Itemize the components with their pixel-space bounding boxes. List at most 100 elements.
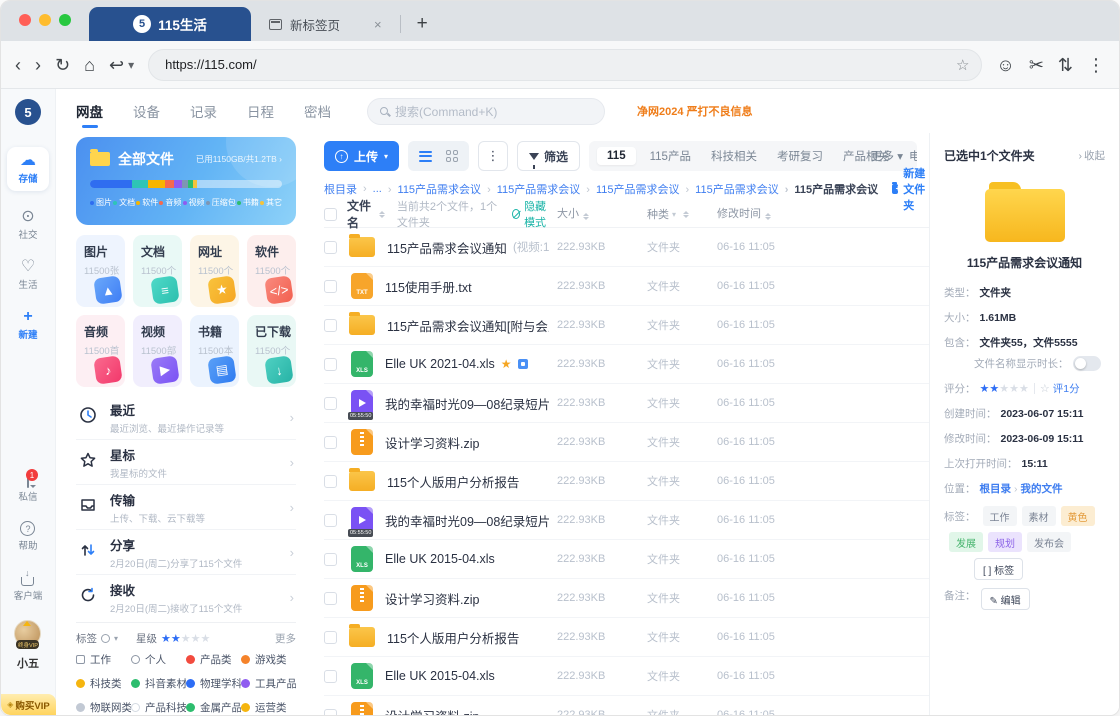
- row-checkbox[interactable]: [324, 358, 337, 371]
- upload-button[interactable]: ↑ 上传 ▾: [324, 141, 399, 171]
- table-row[interactable]: Elle UK 2021-04.xls ★ 222.93KB 文件夹 06-16…: [324, 345, 929, 384]
- table-row[interactable]: Elle UK 2015-04.xls 222.93KB 文件夹 06-16 1…: [324, 657, 929, 696]
- row-checkbox[interactable]: [324, 319, 337, 332]
- file-name[interactable]: 115使用手册.txt: [385, 277, 549, 296]
- sidebar-item-starred[interactable]: 星标我星标的文件 ›: [76, 440, 296, 485]
- rate-link[interactable]: 评1分: [1053, 381, 1080, 396]
- tag-item[interactable]: 运营类: [241, 700, 296, 715]
- rail-item-social[interactable]: ⊙ 社交: [18, 209, 37, 241]
- category-card[interactable]: 文档 11500个 ≡: [133, 235, 182, 307]
- tag-item[interactable]: 个人: [131, 652, 186, 667]
- tag-item[interactable]: 产品类: [186, 652, 241, 667]
- breadcrumb-item[interactable]: 115产品需求会议: [382, 181, 481, 197]
- more-actions-button[interactable]: ⋮: [478, 141, 508, 171]
- browser-tab-inactive[interactable]: 新标签页 ×: [251, 7, 392, 41]
- file-name[interactable]: 我的幸福时光09—08纪录短片.mp4: [385, 511, 549, 530]
- collapse-panel-button[interactable]: ›收起: [1079, 148, 1106, 163]
- add-tag-button[interactable]: [ ] 标签: [974, 558, 1023, 580]
- breadcrumb-item[interactable]: ...: [357, 183, 382, 195]
- file-name[interactable]: 设计学习资料.zip: [385, 706, 549, 716]
- avatar[interactable]: 终身VIP: [14, 620, 41, 647]
- star-rating[interactable]: ★★★★★: [980, 382, 1029, 395]
- all-files-card[interactable]: 全部文件 已用1150GB/共1.2TB › 图片文档软件音频视频压缩包书籍其它: [76, 137, 296, 225]
- location-root-link[interactable]: 根目录: [980, 481, 1012, 496]
- tab-vault[interactable]: 密档: [304, 95, 331, 127]
- search-input[interactable]: 搜索(Command+K): [367, 98, 605, 125]
- table-row[interactable]: 115产品需求会议通知 (视频:1小时35分钟40秒) 222.93KB 文件夹…: [324, 228, 929, 267]
- category-card[interactable]: 网址 11500个 ★: [190, 235, 239, 307]
- rail-item-create[interactable]: + 新建: [18, 309, 37, 341]
- rail-item-client[interactable]: 客户端: [14, 570, 43, 602]
- kebab-menu-icon[interactable]: ⋮: [1087, 56, 1105, 74]
- tag-item[interactable]: 工作: [76, 652, 131, 667]
- tag-chip[interactable]: 工作: [983, 506, 1017, 526]
- back-icon[interactable]: ‹: [15, 56, 21, 74]
- table-row[interactable]: 115个人版用户分析报告 222.93KB 文件夹 06-16 11:05: [324, 618, 929, 657]
- file-name[interactable]: 设计学习资料.zip: [385, 589, 549, 608]
- breadcrumb-item[interactable]: 115产品需求会议: [481, 181, 580, 197]
- sidebar-item-share[interactable]: 分享2月20日(周二)分享了115个文件 ›: [76, 530, 296, 575]
- forward-icon[interactable]: ›: [35, 56, 41, 74]
- recent-tabs-icon[interactable]: ↩: [109, 56, 124, 74]
- rail-item-storage[interactable]: ☁ 存储: [7, 147, 49, 191]
- tag-item[interactable]: 抖音素材: [131, 676, 186, 691]
- close-window-button[interactable]: [19, 14, 31, 26]
- file-name[interactable]: 我的幸福时光09—08纪录短片.mp4: [385, 394, 549, 413]
- breadcrumb-item[interactable]: 115产品需求会议: [580, 181, 679, 197]
- star-outline-icon[interactable]: ☆: [1040, 382, 1050, 395]
- sort-icon[interactable]: [379, 208, 385, 221]
- star-filter-label[interactable]: 星级: [136, 631, 157, 646]
- row-checkbox[interactable]: [324, 670, 337, 683]
- table-row[interactable]: 设计学习资料.zip 222.93KB 文件夹 06-16 11:05: [324, 696, 929, 715]
- row-checkbox[interactable]: [324, 397, 337, 410]
- show-duration-toggle[interactable]: [1073, 356, 1101, 371]
- table-row[interactable]: 设计学习资料.zip 222.93KB 文件夹 06-16 11:05: [324, 423, 929, 462]
- list-view-icon[interactable]: [419, 151, 432, 162]
- row-checkbox[interactable]: [324, 592, 337, 605]
- rail-item-profile[interactable]: 终身VIP 小五: [14, 620, 41, 671]
- file-name[interactable]: 115个人版用户分析报告: [387, 628, 549, 647]
- collection-tab[interactable]: 115产品: [640, 145, 701, 167]
- file-name[interactable]: 115产品需求会议通知[附与会人员信息表] (音频:15小时35分钟40秒): [387, 316, 549, 335]
- tag-item[interactable]: 工具产品: [241, 676, 296, 691]
- filter-button[interactable]: 筛选: [517, 141, 580, 171]
- category-card[interactable]: 软件 11500个 </>: [247, 235, 296, 307]
- rail-item-life[interactable]: ♡ 生活: [18, 259, 37, 291]
- grid-view-icon[interactable]: [446, 150, 458, 162]
- table-row[interactable]: 设计学习资料.zip 222.93KB 文件夹 06-16 11:05: [324, 579, 929, 618]
- chevron-down-icon[interactable]: ▾: [128, 59, 134, 71]
- chevron-down-icon[interactable]: ▾: [114, 634, 118, 643]
- sidebar-item-received[interactable]: 接收2月20日(周二)接收了115个文件 ›: [76, 575, 296, 620]
- reload-icon[interactable]: ↻: [55, 56, 70, 74]
- scissors-icon[interactable]: ✂: [1029, 56, 1044, 74]
- tag-chip[interactable]: 规划: [988, 532, 1022, 552]
- column-size[interactable]: 大小: [557, 205, 647, 223]
- table-row[interactable]: 115个人版用户分析报告 222.93KB 文件夹 06-16 11:05: [324, 462, 929, 501]
- row-checkbox[interactable]: [324, 553, 337, 566]
- tag-item[interactable]: 产品科技: [131, 700, 186, 715]
- table-row[interactable]: 115产品需求会议通知[附与会人员信息表] (音频:15小时35分钟40秒) 2…: [324, 306, 929, 345]
- tag-chip[interactable]: 素材: [1022, 506, 1056, 526]
- table-row[interactable]: 115使用手册.txt 222.93KB 文件夹 06-16 11:05: [324, 267, 929, 306]
- tag-chip[interactable]: 发布会: [1027, 532, 1071, 552]
- sidebar-item-transfers[interactable]: 传输上传、下载、云下载等 ›: [76, 485, 296, 530]
- file-name[interactable]: Elle UK 2021-04.xls ★: [385, 357, 549, 371]
- hidden-mode-toggle[interactable]: 隐藏模式: [512, 198, 557, 230]
- breadcrumb-item[interactable]: 根目录: [324, 181, 357, 197]
- table-row[interactable]: 05:55:50 我的幸福时光09—08纪录短片.mp4 222.93KB 文件…: [324, 501, 929, 540]
- tag-chip[interactable]: 发展: [949, 532, 983, 552]
- breadcrumb-item[interactable]: 115产品需求会议: [779, 181, 878, 197]
- tag-item[interactable]: 物联网类: [76, 700, 131, 715]
- browser-tab-active[interactable]: 5 115生活: [89, 7, 251, 41]
- table-row[interactable]: 05:55:50 我的幸福时光09—08纪录短片.mp4 222.93KB 文件…: [324, 384, 929, 423]
- table-row[interactable]: Elle UK 2015-04.xls 222.93KB 文件夹 06-16 1…: [324, 540, 929, 579]
- breadcrumb-item[interactable]: 115产品需求会议: [680, 181, 779, 197]
- buy-vip-button[interactable]: ◈ 购买VIP: [1, 694, 56, 715]
- row-checkbox[interactable]: [324, 514, 337, 527]
- feedback-icon[interactable]: ☺: [996, 56, 1014, 74]
- tab-records[interactable]: 记录: [190, 95, 217, 127]
- row-checkbox[interactable]: [324, 436, 337, 449]
- tag-item[interactable]: 科技类: [76, 676, 131, 691]
- column-modified[interactable]: 修改时间: [717, 205, 817, 223]
- more-link[interactable]: 更多: [275, 631, 296, 646]
